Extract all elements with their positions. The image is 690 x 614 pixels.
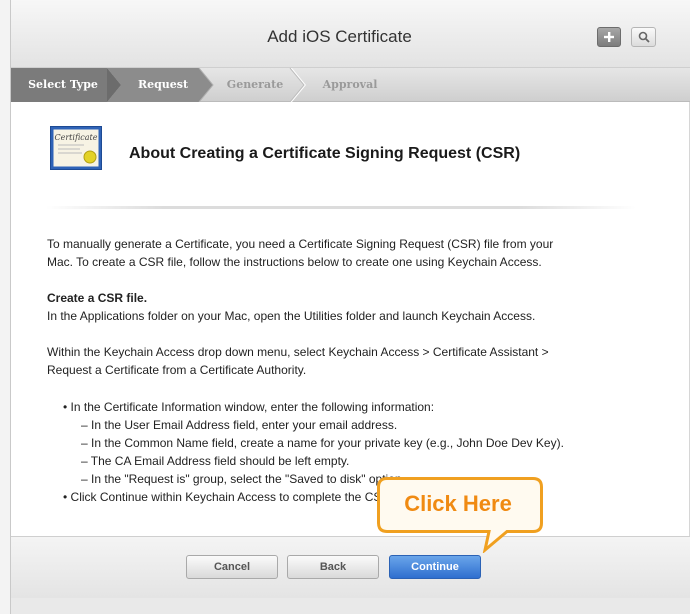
section-heading: About Creating a Certificate Signing Req… (129, 145, 521, 162)
list-subitem: – In the "Request is" group, select the … (81, 472, 405, 486)
callout-text: Click Here (404, 491, 512, 516)
search-button[interactable] (631, 27, 656, 47)
left-sidebar-edge (0, 0, 11, 614)
create-csr-title: Create a CSR file. (47, 291, 148, 305)
page-title: Add iOS Certificate (267, 27, 412, 46)
plus-icon (604, 32, 614, 42)
list-item: • In the Certificate Information window,… (63, 400, 435, 414)
intro-line-1: To manually generate a Certificate, you … (47, 237, 554, 251)
list-item: • Click Continue within Keychain Access … (63, 490, 499, 504)
search-icon (638, 31, 650, 43)
certificate-panel: Add iOS Certificate Select Type Request … (11, 0, 690, 598)
title-bar: Add iOS Certificate (11, 0, 690, 68)
list-subitem: – In the Common Name field, create a nam… (81, 436, 564, 450)
instruction-list: • In the Certificate Information window,… (63, 398, 663, 506)
list-subitem: – In the User Email Address field, enter… (81, 418, 398, 432)
certificate-icon: Certificate (50, 126, 102, 170)
divider (46, 206, 636, 209)
add-button[interactable] (597, 27, 621, 47)
continue-button[interactable]: Continue (389, 555, 481, 579)
step-approval: Approval (322, 78, 378, 91)
step-generate: Generate (226, 78, 284, 91)
step-select-type: Select Type (28, 78, 98, 91)
cancel-button[interactable]: Cancel (186, 555, 278, 579)
create-csr-text: In the Applications folder on your Mac, … (47, 309, 536, 323)
keychain-line-1: Within the Keychain Access drop down men… (47, 345, 549, 359)
step-request: Request (137, 78, 189, 91)
back-button[interactable]: Back (287, 555, 379, 579)
keychain-line-2: Request a Certificate from a Certificate… (47, 363, 307, 377)
list-subitem: – The CA Email Address field should be l… (81, 454, 350, 468)
certificate-icon-text: Certificate (55, 133, 98, 142)
intro-line-2: Mac. To create a CSR file, follow the in… (47, 255, 542, 269)
step-progress-bar: Select Type Request Generate Approval (11, 68, 690, 102)
